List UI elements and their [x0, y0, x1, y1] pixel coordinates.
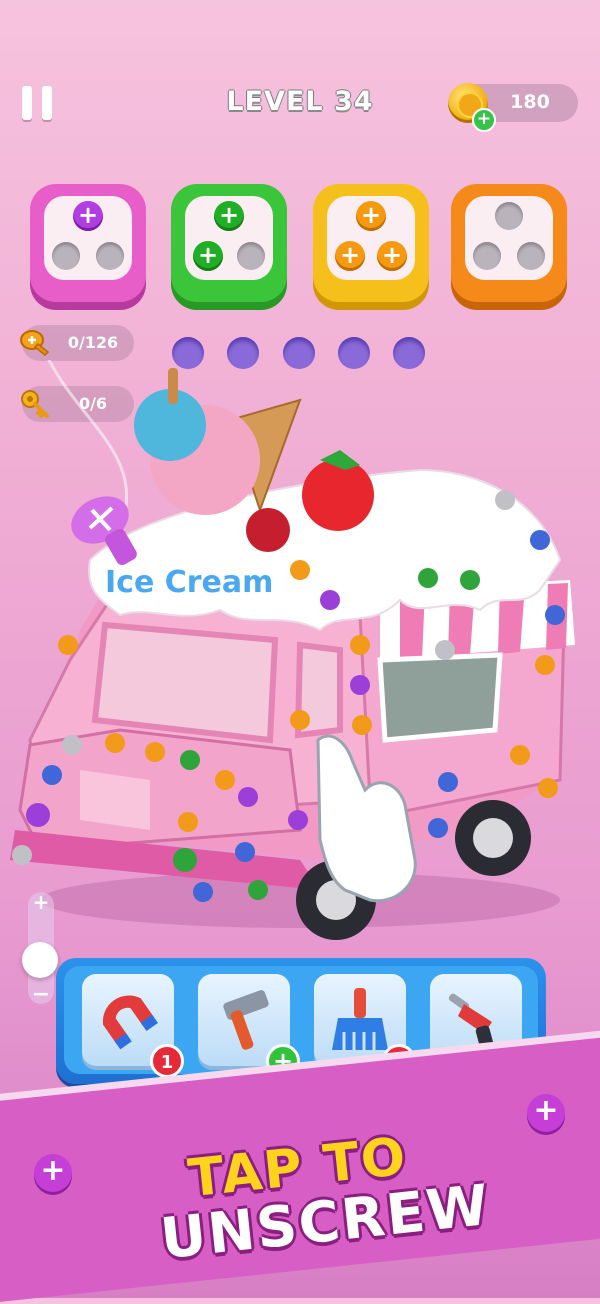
screw-icon: + — [377, 241, 407, 271]
screw-box-pink[interactable]: + — [30, 184, 146, 302]
empty-hole — [52, 242, 80, 270]
empty-hole — [237, 242, 265, 270]
ice-cream-truck[interactable]: Ice Cream — [0, 360, 600, 950]
screw-icon: + — [214, 201, 244, 231]
add-coins-button[interactable]: + — [472, 108, 496, 132]
hammer-tool-button[interactable]: + — [198, 974, 300, 1078]
level-title: LEVEL 34 — [226, 86, 374, 117]
zoom-slider-knob[interactable] — [22, 942, 58, 978]
magnet-count-badge: 1 — [150, 1044, 184, 1078]
truck-sign: Ice Cream — [105, 565, 273, 600]
rear-wheel — [455, 800, 531, 876]
screw-box-yellow[interactable]: + + + — [313, 184, 429, 302]
decor-screw-icon: + — [527, 1094, 565, 1132]
decor-screw-icon: + — [34, 1154, 72, 1192]
empty-hole — [473, 242, 501, 270]
screw-icon: + — [356, 201, 386, 231]
screw-icon: + — [73, 201, 103, 231]
empty-hole — [517, 242, 545, 270]
empty-hole — [96, 242, 124, 270]
screw-icon: + — [193, 241, 223, 271]
pause-button[interactable] — [22, 86, 54, 120]
magnet-tool-button[interactable]: 1 — [82, 974, 184, 1078]
empty-hole — [495, 202, 523, 230]
coin-count: 180 — [510, 91, 550, 113]
screw-box-orange[interactable] — [451, 184, 567, 302]
screw-counter: 0/126 — [20, 325, 134, 361]
screw-box-green[interactable]: + + — [171, 184, 287, 302]
screw-icon — [20, 330, 50, 357]
screw-count: 0/126 — [67, 333, 119, 352]
screw-icon: + — [335, 241, 365, 271]
zoom-out-button[interactable]: − — [28, 982, 54, 1007]
zoom-in-button[interactable]: + — [28, 890, 54, 914]
truck-sign-text: Ice Cream — [105, 565, 273, 600]
